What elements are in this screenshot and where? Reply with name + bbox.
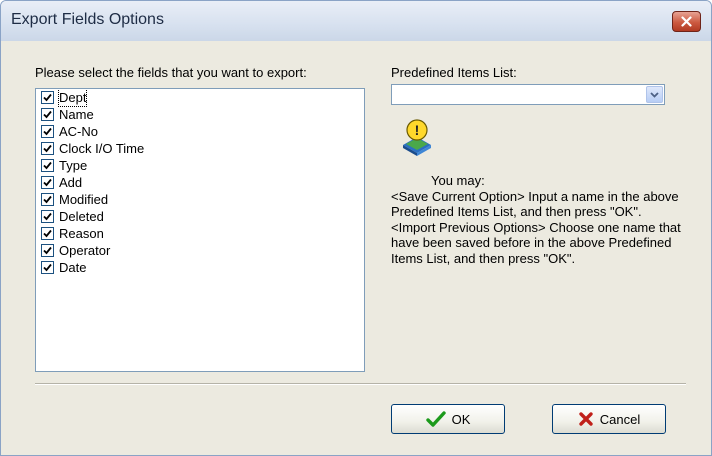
dialog-body: Please select the fields that you want t… (9, 41, 703, 455)
field-label: Deleted (59, 209, 104, 224)
field-item[interactable]: Operator (36, 242, 364, 259)
field-label: Reason (59, 226, 104, 241)
dropdown-button[interactable] (646, 86, 663, 103)
field-item[interactable]: Reason (36, 225, 364, 242)
field-checkbox[interactable] (41, 176, 54, 189)
field-label: Modified (59, 192, 109, 207)
field-checkbox[interactable] (41, 91, 54, 104)
cancel-label: Cancel (599, 411, 641, 427)
field-checkbox[interactable] (41, 210, 54, 223)
field-checkbox[interactable] (41, 193, 54, 206)
separator (35, 383, 686, 385)
field-item[interactable]: Deleted (36, 208, 364, 225)
info-line-1: You may: (431, 173, 485, 188)
field-item[interactable]: Add (36, 174, 364, 191)
field-checkbox[interactable] (41, 227, 54, 240)
field-label: Clock I/O Time (59, 141, 145, 156)
fields-label: Please select the fields that you want t… (35, 65, 307, 80)
window-title: Export Fields Options (11, 11, 164, 28)
checkmark-icon (43, 229, 52, 238)
field-label: AC-No (59, 124, 99, 139)
field-checkbox[interactable] (41, 142, 54, 155)
checkmark-icon (43, 144, 52, 153)
export-fields-dialog: Export Fields Options Please select the … (0, 0, 712, 456)
info-line-3: <Import Previous Options> Choose one nam… (391, 219, 681, 266)
info-line-2: <Save Current Option> Input a name in th… (391, 188, 679, 220)
field-checkbox[interactable] (41, 125, 54, 138)
checkmark-icon (43, 178, 52, 187)
chevron-down-icon (650, 91, 659, 98)
ok-button[interactable]: OK (391, 404, 505, 434)
cancel-button[interactable]: Cancel (552, 404, 666, 434)
predefined-label: Predefined Items List: (391, 65, 517, 80)
field-checkbox[interactable] (41, 244, 54, 257)
info-tip-icon: ! (403, 119, 431, 156)
checkmark-icon (43, 195, 52, 204)
field-label: Operator (59, 243, 111, 258)
checkmark-icon (43, 127, 52, 136)
field-item[interactable]: Clock I/O Time (36, 140, 364, 157)
x-icon (579, 412, 593, 426)
svg-text:!: ! (415, 122, 420, 138)
field-item[interactable]: Date (36, 259, 364, 276)
field-item[interactable]: AC-No (36, 123, 364, 140)
checkmark-icon (43, 212, 52, 221)
field-label: Date (59, 260, 87, 275)
checkmark-icon (43, 263, 52, 272)
field-label: Add (59, 175, 83, 190)
predefined-items-select[interactable] (391, 84, 665, 105)
field-item[interactable]: Dept (36, 89, 364, 107)
field-label: Name (59, 107, 94, 122)
title-bar[interactable]: Export Fields Options (1, 1, 711, 41)
field-checkbox[interactable] (41, 159, 54, 172)
field-item[interactable]: Name (36, 106, 364, 123)
checkmark-icon (43, 246, 52, 255)
field-checkbox[interactable] (41, 261, 54, 274)
fields-checklist[interactable]: Dept Name AC-No Clock I/O Time Type Add Modifi… (35, 88, 365, 372)
close-icon (681, 16, 692, 27)
checkmark-icon (43, 93, 52, 102)
field-checkbox[interactable] (41, 108, 54, 121)
ok-label: OK (451, 411, 471, 427)
field-label: Type (59, 158, 88, 173)
checkmark-icon (43, 110, 52, 119)
close-button[interactable] (672, 11, 701, 32)
field-label: Dept (57, 89, 88, 107)
check-icon (425, 411, 446, 427)
checkmark-icon (43, 161, 52, 170)
field-item[interactable]: Modified (36, 191, 364, 208)
info-text: You may: <Save Current Option> Input a n… (391, 173, 691, 267)
field-item[interactable]: Type (36, 157, 364, 174)
